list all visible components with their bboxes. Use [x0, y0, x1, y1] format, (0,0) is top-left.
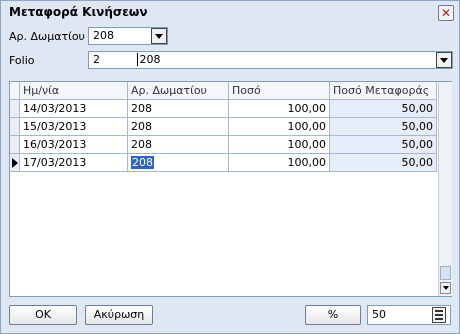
transfer-amount-cell[interactable]: 50,00	[330, 118, 437, 136]
date-cell[interactable]: 16/03/2013	[20, 136, 128, 154]
table-row[interactable]: 15/03/2013 208 100,00 50,00	[10, 118, 437, 136]
room-value: 208	[93, 29, 114, 42]
ok-button[interactable]: OK	[9, 305, 77, 325]
row-indicator[interactable]	[10, 154, 20, 172]
amount-cell[interactable]: 100,00	[229, 136, 330, 154]
chevron-down-icon	[155, 33, 163, 39]
transfer-amount-cell[interactable]: 50,00	[330, 136, 437, 154]
room-label: Αρ. Δωματίου	[9, 30, 85, 43]
amount-cell[interactable]: 100,00	[229, 100, 330, 118]
date-cell[interactable]: 14/03/2013	[20, 100, 128, 118]
transfer-amount-cell[interactable]: 50,00	[330, 154, 437, 172]
scroll-down-button[interactable]	[440, 282, 451, 294]
folio-dropdown-button[interactable]	[436, 52, 452, 68]
percent-value: 50	[372, 308, 386, 321]
column-header-transfer-amount[interactable]: Ποσό Μεταφοράς	[330, 82, 437, 100]
room-cell[interactable]: 208	[128, 100, 229, 118]
room-cell[interactable]: 208	[128, 136, 229, 154]
room-cell-selected-text[interactable]: 208	[131, 156, 154, 169]
folio-label: Folio	[9, 54, 35, 67]
percent-button[interactable]: %	[305, 305, 361, 325]
chevron-down-icon	[440, 57, 448, 63]
row-indicator[interactable]	[10, 100, 20, 118]
cancel-button[interactable]: Ακύρωση	[85, 305, 153, 325]
calculator-icon[interactable]	[432, 307, 446, 323]
folio-room: 208	[136, 53, 161, 66]
amount-cell[interactable]: 100,00	[229, 118, 330, 136]
row-indicator[interactable]	[10, 136, 20, 154]
table-row[interactable]: 14/03/2013 208 100,00 50,00	[10, 100, 437, 118]
dialog-title: Μεταφορά Κινήσεων	[9, 5, 148, 19]
table-row[interactable]: 16/03/2013 208 100,00 50,00	[10, 136, 437, 154]
grid-header: Ημ/νία Αρ. Δωματίου Ποσό Ποσό Μεταφοράς	[10, 82, 437, 100]
folio-dropdown[interactable]: 2 208	[88, 51, 453, 69]
room-cell[interactable]: 208	[128, 118, 229, 136]
date-cell[interactable]: 17/03/2013	[20, 154, 128, 172]
row-indicator[interactable]	[10, 118, 20, 136]
transfer-amount-cell[interactable]: 50,00	[330, 100, 437, 118]
folio-number: 2	[93, 53, 100, 66]
column-header-amount[interactable]: Ποσό	[229, 82, 330, 100]
room-cell[interactable]: 208	[128, 154, 229, 172]
amount-cell[interactable]: 100,00	[229, 154, 330, 172]
room-dropdown-button[interactable]	[151, 28, 167, 44]
date-cell[interactable]: 15/03/2013	[20, 118, 128, 136]
vertical-scrollbar[interactable]	[438, 82, 452, 296]
current-row-arrow-icon	[12, 158, 18, 168]
transfer-dialog: Μεταφορά Κινήσεων ✕ Αρ. Δωματίου 208 Fol…	[0, 0, 460, 334]
header-indicator	[10, 82, 20, 100]
scrollbar-thumb[interactable]	[440, 266, 451, 280]
chevron-down-icon	[442, 286, 449, 290]
table-row-current[interactable]: 17/03/2013 208 100,00 50,00	[10, 154, 437, 172]
movements-grid: Ημ/νία Αρ. Δωματίου Ποσό Ποσό Μεταφοράς …	[9, 81, 452, 297]
column-header-date[interactable]: Ημ/νία	[20, 82, 128, 100]
column-header-room[interactable]: Αρ. Δωματίου	[128, 82, 229, 100]
close-icon[interactable]: ✕	[438, 5, 454, 21]
